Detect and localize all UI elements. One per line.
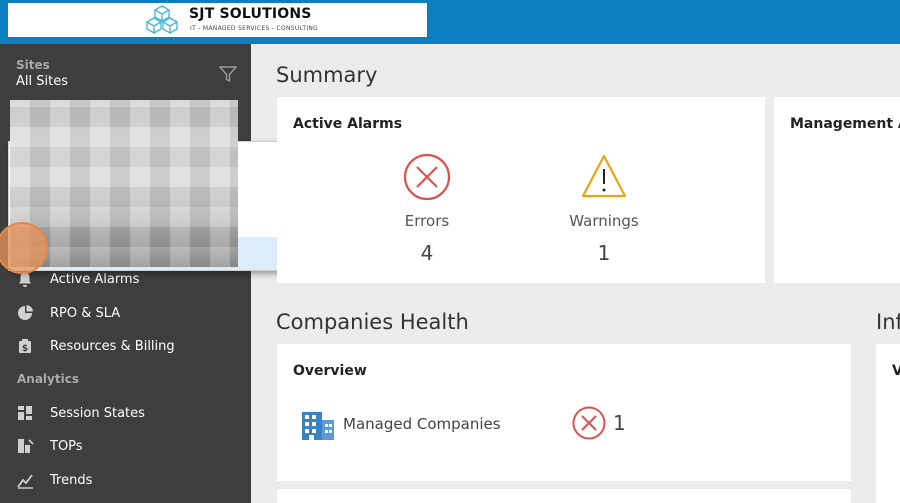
- logo-tagline: IT - MANAGED SERVICES - CONSULTING: [190, 25, 319, 32]
- info-card-title-fragment: V: [892, 363, 900, 379]
- overview-title: Overview: [293, 363, 367, 379]
- sites-label: Sites: [16, 58, 50, 72]
- managed-companies-error-count[interactable]: 1: [613, 411, 626, 435]
- sidebar-item-label: Resources & Billing: [50, 338, 175, 354]
- svg-text:$: $: [22, 344, 28, 354]
- companies-health-heading: Companies Health: [276, 310, 469, 334]
- filter-icon[interactable]: [218, 64, 238, 84]
- logo-name: SJT SOLUTIONS: [189, 6, 312, 22]
- summary-heading: Summary: [276, 63, 378, 87]
- active-alarms-title: Active Alarms: [293, 116, 403, 132]
- error-icon[interactable]: [403, 153, 451, 201]
- overview-card: Overview Managed Companies 1: [277, 344, 851, 481]
- sidebar-item-rpo-sla[interactable]: RPO & SLA: [0, 298, 251, 328]
- sidebar-item-label: TOPs: [50, 438, 83, 454]
- error-icon[interactable]: [572, 406, 606, 440]
- tops-icon: [18, 439, 34, 453]
- billing-icon: $: [19, 339, 31, 354]
- warnings-count[interactable]: 1: [559, 241, 649, 265]
- top-bar: SJT SOLUTIONS IT - MANAGED SERVICES - CO…: [0, 0, 900, 44]
- sidebar-item-session-states[interactable]: Session States: [0, 398, 251, 428]
- info-card: V: [876, 344, 900, 503]
- logo[interactable]: SJT SOLUTIONS IT - MANAGED SERVICES - CO…: [8, 3, 427, 37]
- management-title: Management A: [790, 116, 900, 132]
- sidebar-item-trends[interactable]: Trends: [0, 465, 251, 495]
- sites-selector[interactable]: All Sites: [16, 74, 68, 89]
- dashboard-grid-icon: [18, 406, 32, 420]
- analytics-section-label: Analytics: [17, 372, 79, 386]
- errors-count[interactable]: 4: [387, 241, 467, 265]
- warning-icon[interactable]: [580, 153, 628, 199]
- info-heading: Inf: [876, 310, 900, 334]
- sidebar-item-label: Active Alarms: [50, 271, 140, 287]
- sidebar-item-label: Session States: [50, 405, 145, 421]
- pie-chart-icon: [18, 305, 33, 320]
- cubes-logo-icon: [145, 5, 179, 35]
- next-card: [277, 489, 851, 503]
- sidebar-item-label: RPO & SLA: [50, 305, 121, 321]
- sidebar-item-tops[interactable]: TOPs: [0, 431, 251, 461]
- buildings-icon: [302, 412, 334, 440]
- sidebar-item-label: Trends: [50, 472, 93, 488]
- management-card: Management A: [774, 97, 900, 283]
- managed-companies-label[interactable]: Managed Companies: [343, 415, 501, 433]
- errors-label: Errors: [404, 212, 450, 230]
- active-alarms-card: Active Alarms Errors 4 Warnings 1: [277, 97, 765, 283]
- warnings-label: Warnings: [569, 212, 639, 230]
- sidebar-item-resources-billing[interactable]: $ Resources & Billing: [0, 331, 251, 361]
- trends-icon: [17, 474, 33, 489]
